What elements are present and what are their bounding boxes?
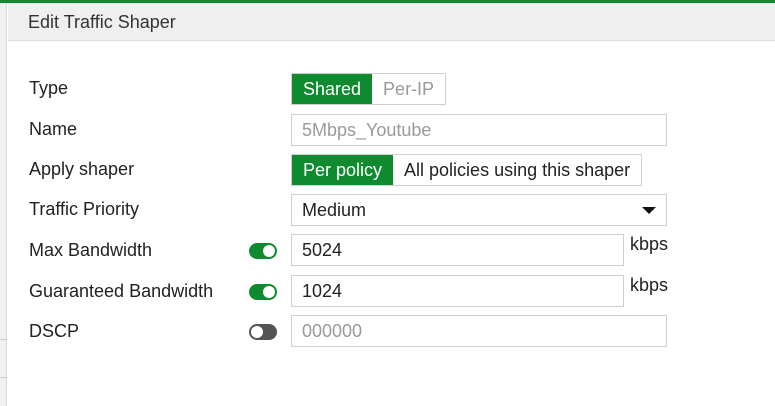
name-input[interactable]: 5Mbps_Youtube (291, 114, 667, 146)
chevron-down-icon (642, 207, 656, 214)
apply-shaper-label: Apply shaper (29, 159, 135, 179)
type-segmented-control: Shared Per-IP (291, 73, 447, 105)
traffic-priority-label: Traffic Priority (29, 199, 140, 219)
max-bandwidth-toggle[interactable] (249, 243, 277, 259)
max-bandwidth-label: Max Bandwidth (29, 240, 153, 260)
type-option-shared[interactable]: Shared (292, 74, 373, 104)
guaranteed-bandwidth-toggle[interactable] (249, 284, 277, 300)
apply-shaper-segmented-control: Per policy All policies using this shape… (291, 154, 643, 186)
dialog-title: Edit Traffic Shaper (28, 12, 176, 32)
max-bandwidth-input[interactable]: 5024 (291, 234, 624, 266)
toggle-off-icon (251, 326, 263, 338)
name-label: Name (29, 119, 78, 139)
toggle-on-icon (263, 286, 275, 298)
traffic-priority-select[interactable]: Medium (291, 194, 667, 226)
left-side-panel (0, 3, 7, 406)
guaranteed-bandwidth-input[interactable]: 1024 (291, 275, 624, 307)
dialog-header: Edit Traffic Shaper (8, 3, 775, 41)
max-bandwidth-unit: kbps (630, 234, 669, 254)
dscp-label: DSCP (29, 321, 80, 341)
apply-shaper-option-per-policy[interactable]: Per policy (292, 155, 394, 185)
dscp-toggle[interactable] (249, 324, 277, 340)
dscp-input[interactable]: 000000 (291, 315, 667, 347)
traffic-priority-value: Medium (302, 199, 367, 220)
apply-shaper-option-all-policies[interactable]: All policies using this shaper (393, 155, 642, 185)
toggle-on-icon (263, 245, 275, 257)
guaranteed-bandwidth-unit: kbps (630, 275, 669, 295)
type-option-per-ip[interactable]: Per-IP (372, 74, 446, 104)
type-label: Type (29, 78, 69, 98)
guaranteed-bandwidth-label: Guaranteed Bandwidth (29, 281, 214, 301)
